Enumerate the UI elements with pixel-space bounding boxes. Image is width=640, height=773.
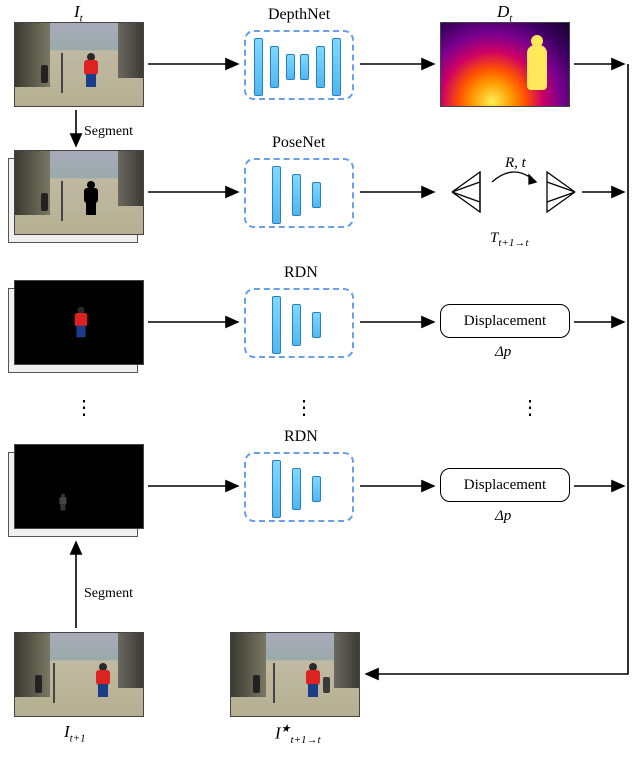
dots-right: ⋮ (520, 395, 541, 420)
image-Dt (440, 22, 570, 107)
image-It (14, 22, 144, 107)
label-dp1: Δp (495, 344, 511, 361)
network-rdn2 (244, 452, 354, 522)
label-rdn2: RDN (284, 428, 318, 446)
label-Rt: R, t (505, 155, 526, 172)
label-posenet: PoseNet (272, 134, 325, 152)
label-dp2: Δp (495, 508, 511, 525)
label-segment-top: Segment (84, 124, 133, 140)
label-Istar: I★t+1→t (275, 722, 321, 746)
box-disp2: Displacement (440, 468, 570, 502)
image-Istar (230, 632, 360, 717)
label-Itp1: It+1 (64, 722, 86, 744)
label-rdn1: RDN (284, 264, 318, 282)
network-depthnet (244, 30, 354, 100)
network-posenet (244, 158, 354, 228)
label-segment-bottom: Segment (84, 586, 133, 602)
network-rdn1 (244, 288, 354, 358)
label-Dt: Dt (497, 2, 512, 24)
image-Itp1 (14, 632, 144, 717)
label-depthnet: DepthNet (268, 6, 330, 24)
box-disp1: Displacement (440, 304, 570, 338)
label-T: Tt+1→t (490, 230, 528, 249)
label-It: It (74, 2, 83, 24)
image-obj1 (14, 280, 144, 365)
image-It-seg (14, 150, 144, 235)
dots-mid: ⋮ (294, 395, 315, 420)
image-objN (14, 444, 144, 529)
dots-left: ⋮ (74, 395, 95, 420)
